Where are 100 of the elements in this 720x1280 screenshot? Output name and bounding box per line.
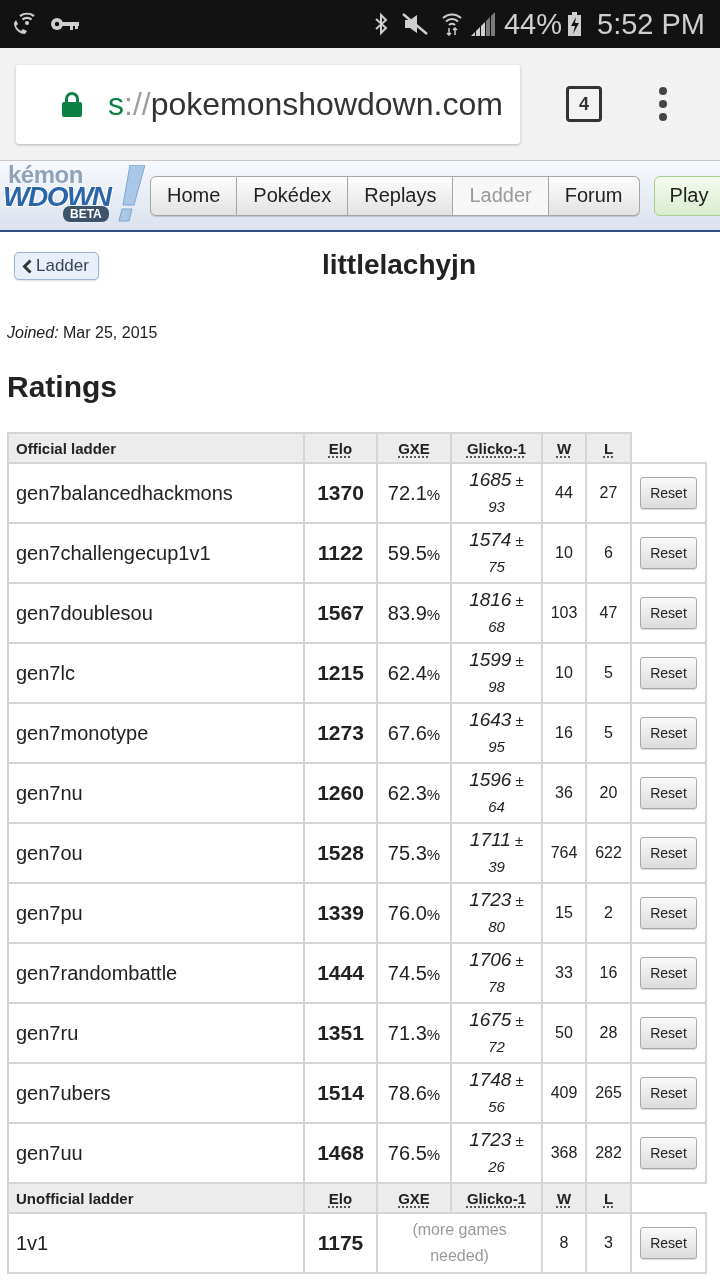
beta-badge: BETA xyxy=(62,205,110,223)
table-cell: 20 xyxy=(586,763,631,823)
table-cell: 72.1% xyxy=(377,463,451,523)
table-cell: 1273 xyxy=(304,703,377,763)
table-cell: 71.3% xyxy=(377,1003,451,1063)
table-cell: gen7lc xyxy=(8,643,304,703)
table-cell: 1514 xyxy=(304,1063,377,1123)
reset-button[interactable]: Reset xyxy=(640,477,697,509)
table-cell: 1v1 xyxy=(8,1213,304,1273)
table-cell: gen7randombattle xyxy=(8,943,304,1003)
table-cell: gen7doublesou xyxy=(8,583,304,643)
reset-button[interactable]: Reset xyxy=(640,1077,697,1109)
column-header: Unofficial ladder xyxy=(8,1183,304,1213)
table-cell: (more games needed) xyxy=(377,1213,542,1273)
clock-time: 5:52 PM xyxy=(597,7,705,41)
table-cell: 5 xyxy=(586,703,631,763)
lock-icon xyxy=(62,91,82,117)
wifi-icon xyxy=(441,12,462,36)
table-cell: 10 xyxy=(542,643,586,703)
table-cell: 50 xyxy=(542,1003,586,1063)
table-cell: 1706 ± 78 xyxy=(451,943,542,1003)
section-heading: Ratings xyxy=(7,369,118,405)
column-header: W xyxy=(542,433,586,463)
table-cell: 1567 xyxy=(304,583,377,643)
table-cell: 15 xyxy=(542,883,586,943)
reset-button[interactable]: Reset xyxy=(640,837,697,869)
reset-button[interactable]: Reset xyxy=(640,717,697,749)
signal-icon xyxy=(470,12,495,36)
table-cell: 1685 ± 93 xyxy=(451,463,542,523)
table-cell: 622 xyxy=(586,823,631,883)
table-cell: 62.4% xyxy=(377,643,451,703)
table-cell: 67.6% xyxy=(377,703,451,763)
address-bar[interactable]: s://pokemonshowdown.com xyxy=(16,64,520,144)
column-header: Elo xyxy=(304,1183,377,1213)
reset-button[interactable]: Reset xyxy=(640,897,697,929)
table-cell: 409 xyxy=(542,1063,586,1123)
reset-button[interactable]: Reset xyxy=(640,1137,697,1169)
bluetooth-icon xyxy=(374,12,388,36)
table-cell: 16 xyxy=(542,703,586,763)
table-cell: gen7balancedhackmons xyxy=(8,463,304,523)
table-cell: 62.3% xyxy=(377,763,451,823)
table-cell: 75.3% xyxy=(377,823,451,883)
table-cell: 5 xyxy=(586,643,631,703)
battery-charging-icon xyxy=(568,12,581,36)
back-button[interactable]: Ladder xyxy=(14,252,99,280)
joined-date: Joined: Mar 25, 2015 xyxy=(7,323,159,343)
table-cell: 103 xyxy=(542,583,586,643)
table-cell: 1596 ± 64 xyxy=(451,763,542,823)
exclamation-mark-icon xyxy=(118,165,145,223)
table-cell: 1215 xyxy=(304,643,377,703)
column-header: Glicko-1 xyxy=(451,433,542,463)
column-header: Elo xyxy=(304,433,377,463)
nav-tab[interactable]: Pokédex xyxy=(237,175,349,216)
reset-button[interactable]: Reset xyxy=(640,597,697,629)
table-cell: 36 xyxy=(542,763,586,823)
table-cell: 1675 ± 72 xyxy=(451,1003,542,1063)
nav-tab[interactable]: Forum xyxy=(548,175,640,216)
table-cell: 1748 ± 56 xyxy=(451,1063,542,1123)
table-cell: 1122 xyxy=(304,523,377,583)
reset-button[interactable]: Reset xyxy=(640,657,697,689)
battery-percent: 44% xyxy=(503,7,562,41)
play-button[interactable]: Play xyxy=(653,175,720,216)
nav-tab[interactable]: Replays xyxy=(348,175,454,216)
mute-icon xyxy=(401,13,428,35)
reset-button[interactable]: Reset xyxy=(640,1227,697,1259)
reset-button[interactable]: Reset xyxy=(640,777,697,809)
table-cell: gen7challengecup1v1 xyxy=(8,523,304,583)
key-icon xyxy=(50,17,79,31)
table-cell: 59.5% xyxy=(377,523,451,583)
page-title: littlelachyjn xyxy=(320,249,477,281)
table-cell: 47 xyxy=(586,583,631,643)
table-cell: 1643 ± 95 xyxy=(451,703,542,763)
table-cell: 1175 xyxy=(304,1213,377,1273)
table-cell: gen7ubers xyxy=(8,1063,304,1123)
table-cell: 78.6% xyxy=(377,1063,451,1123)
table-cell: 1599 ± 98 xyxy=(451,643,542,703)
table-cell: gen7ru xyxy=(8,1003,304,1063)
nav-tab[interactable]: Home xyxy=(150,175,238,216)
column-header: GXE xyxy=(377,1183,451,1213)
table-cell: gen7pu xyxy=(8,883,304,943)
column-header: Official ladder xyxy=(8,433,304,463)
table-cell: gen7monotype xyxy=(8,703,304,763)
table-cell: 1260 xyxy=(304,763,377,823)
table-cell: 76.0% xyxy=(377,883,451,943)
column-header: GXE xyxy=(377,433,451,463)
table-cell: 27 xyxy=(586,463,631,523)
reset-button[interactable]: Reset xyxy=(640,537,697,569)
column-header: L xyxy=(586,433,631,463)
table-cell: 33 xyxy=(542,943,586,1003)
table-cell: 764 xyxy=(542,823,586,883)
table-cell: 1723 ± 80 xyxy=(451,883,542,943)
table-cell: gen7nu xyxy=(8,763,304,823)
tab-switcher-button[interactable]: 4 xyxy=(566,86,602,122)
table-cell: 3 xyxy=(586,1213,631,1273)
table-cell: 265 xyxy=(586,1063,631,1123)
reset-button[interactable]: Reset xyxy=(640,1017,697,1049)
table-cell: 1444 xyxy=(304,943,377,1003)
table-cell: 16 xyxy=(586,943,631,1003)
reset-button[interactable]: Reset xyxy=(640,957,697,989)
wifi-calling-icon xyxy=(12,12,36,36)
